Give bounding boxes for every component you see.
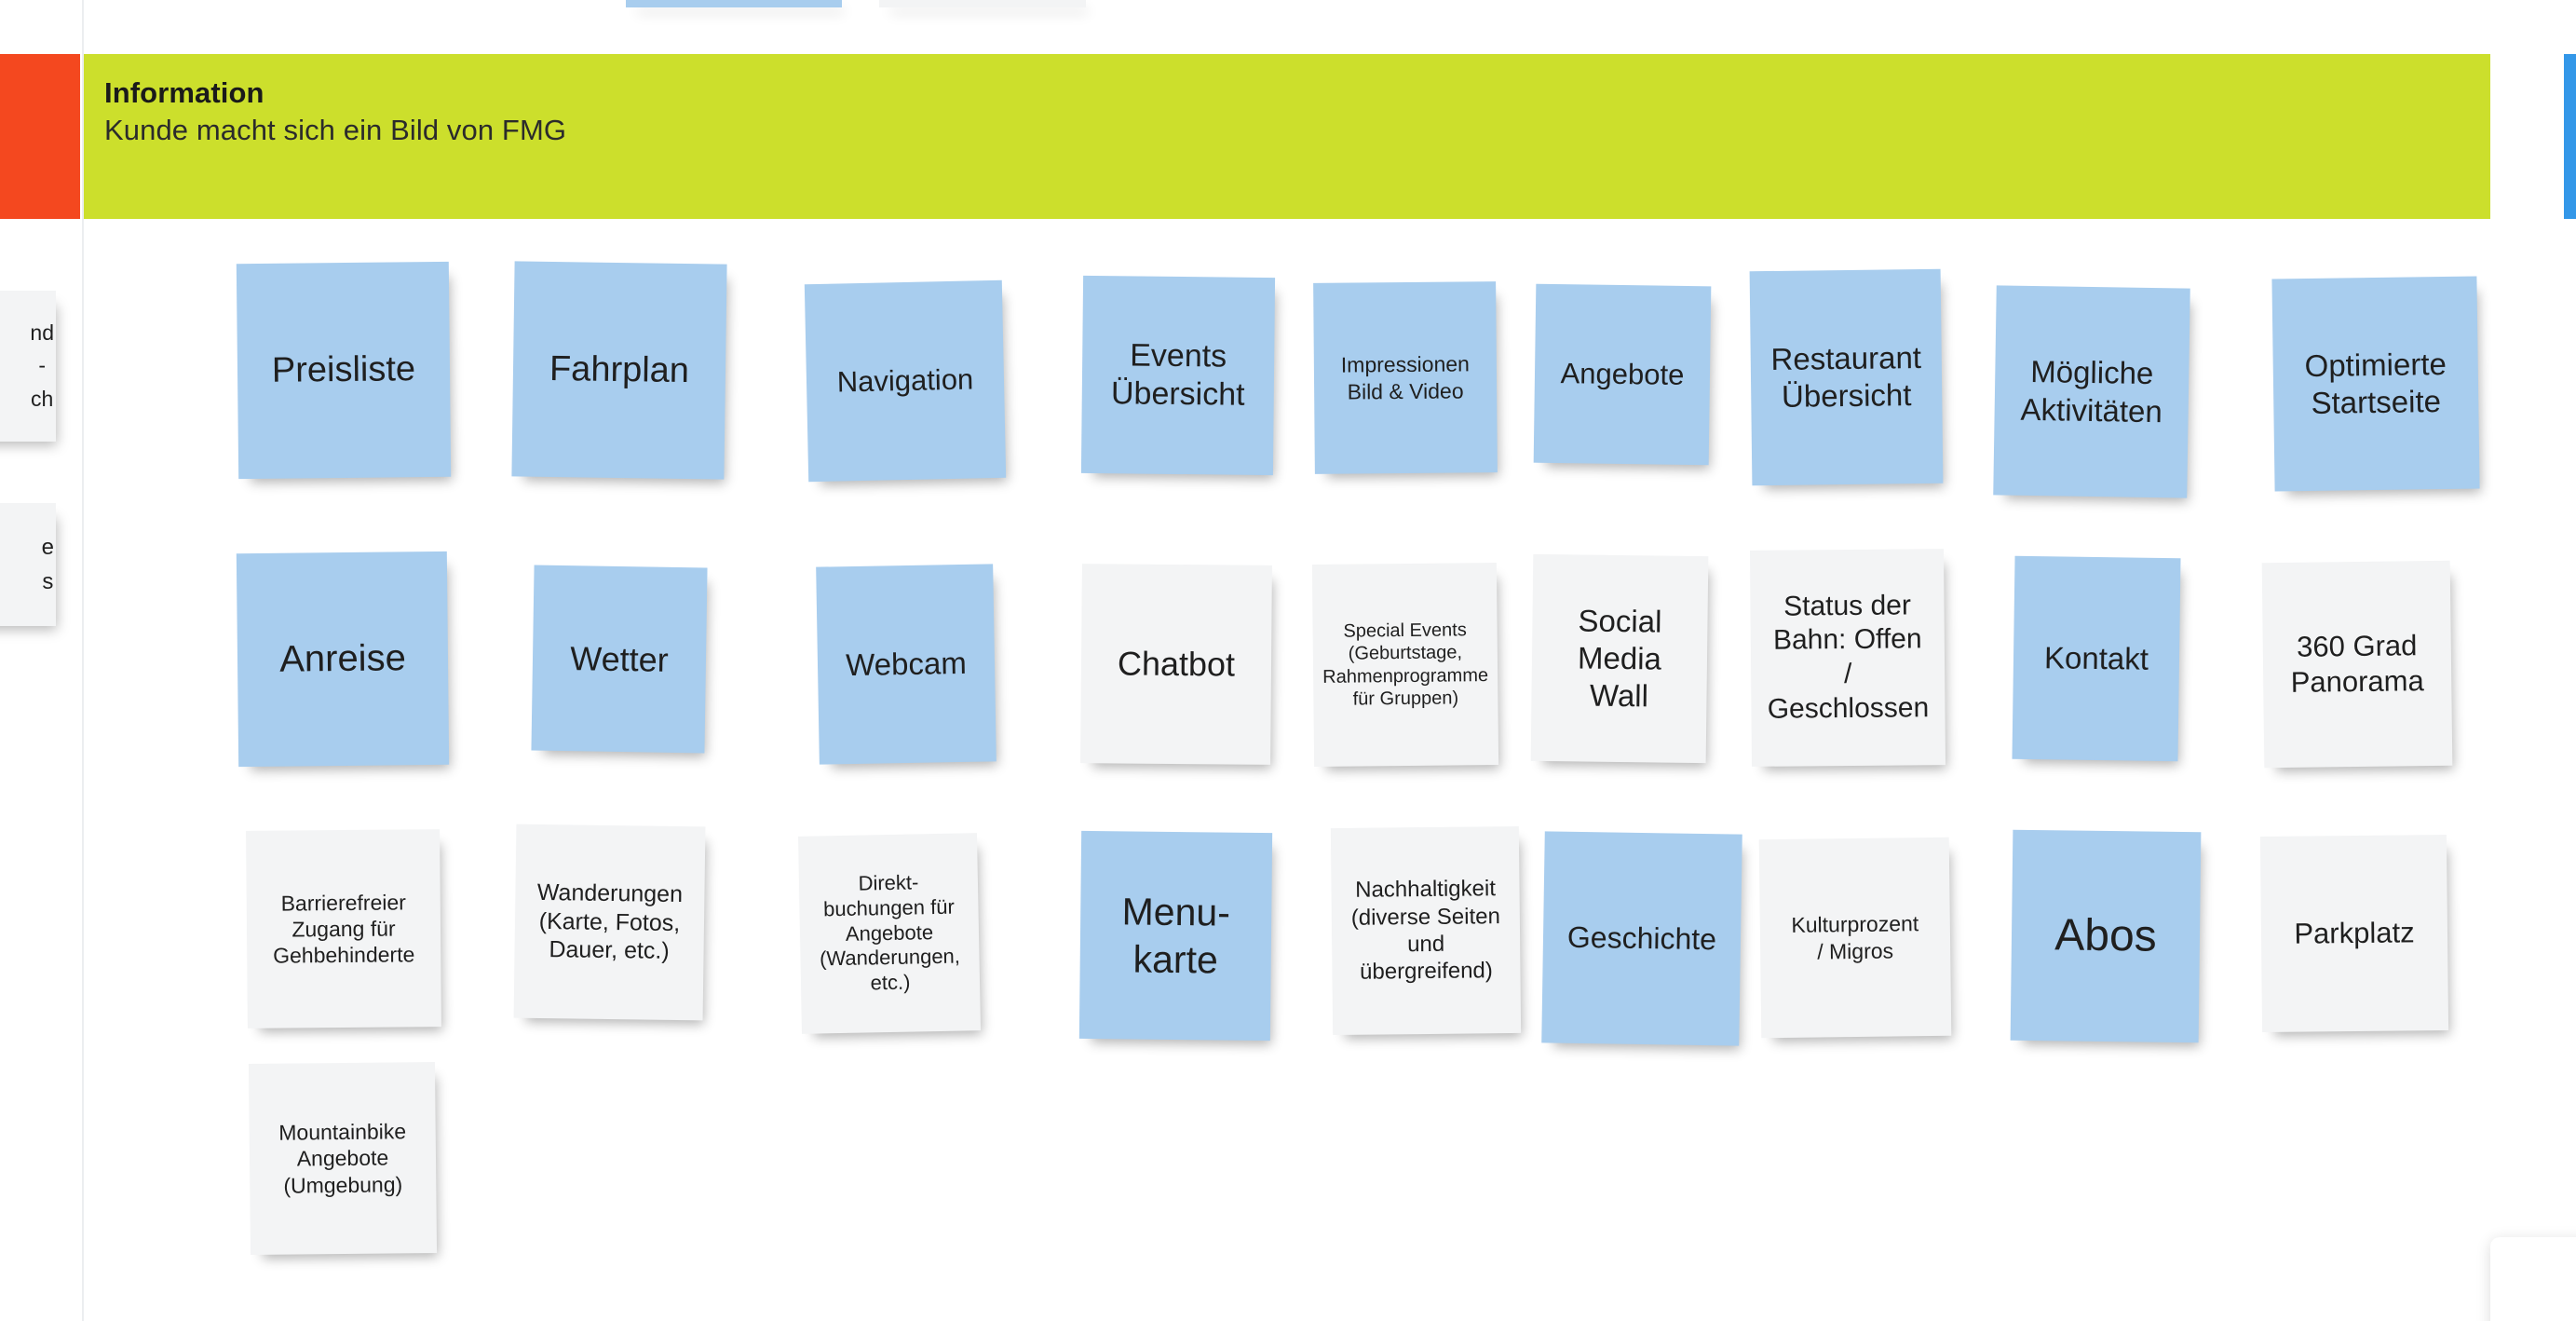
clipped-note-left-2-text: es bbox=[41, 534, 54, 594]
sticky-note[interactable]: Direkt-buchungen für Angebote (Wanderungen… bbox=[797, 833, 982, 1034]
sticky-note[interactable]: Geschichte bbox=[1541, 831, 1742, 1046]
sticky-note[interactable]: Barrierefreier Zugang für Gehbehinderte bbox=[246, 829, 441, 1028]
lane-header[interactable]: Information Kunde macht sich ein Bild vo… bbox=[84, 54, 2490, 219]
lane-subtitle: Kunde macht sich ein Bild von FMG bbox=[104, 113, 567, 146]
sticky-note-label: Wetter bbox=[570, 638, 670, 679]
sticky-note[interactable]: Abos bbox=[2010, 829, 2202, 1043]
sticky-note-label: Special Events (Geburtstage, Rahmenprogram… bbox=[1322, 620, 1489, 710]
lane-right-bar bbox=[2564, 54, 2576, 219]
sticky-note-label: Optimierte Startseite bbox=[2304, 346, 2447, 420]
sticky-note-label: Geschichte bbox=[1566, 919, 1717, 957]
sticky-note-label: Webcam bbox=[845, 645, 968, 683]
sticky-note[interactable]: Navigation bbox=[804, 279, 1007, 483]
sticky-note[interactable]: Webcam bbox=[816, 564, 997, 765]
whiteboard-canvas[interactable]: Information Kunde macht sich ein Bild vo… bbox=[0, 0, 2576, 1321]
sticky-note[interactable]: Special Events (Geburtstage, Rahmenprogram… bbox=[1311, 562, 1499, 768]
clipped-note-left-1[interactable]: nd - ch bbox=[0, 291, 56, 442]
sticky-note[interactable]: Nachhaltigkeit (diverse Seiten und übergrei… bbox=[1330, 825, 1522, 1036]
corner-panel[interactable] bbox=[2490, 1237, 2576, 1321]
sticky-note[interactable]: Wetter bbox=[531, 565, 708, 754]
sticky-note-label: Wanderungen (Karte, Fotos, Dauer, etc.) bbox=[536, 879, 684, 965]
sticky-note-label: Navigation bbox=[836, 362, 974, 399]
sticky-note-label: Status der Bahn: Offen / Geschlossen bbox=[1767, 590, 1930, 725]
sticky-note[interactable]: Social Media Wall bbox=[1530, 553, 1709, 764]
sticky-note-label: 360 Grad Panorama bbox=[2290, 629, 2424, 699]
sticky-note-label: Direkt-buchungen für Angebote (Wanderungen… bbox=[819, 870, 961, 995]
sticky-note[interactable]: Kontakt bbox=[2012, 555, 2181, 762]
sticky-note[interactable]: Mountainbike Angebote (Umgebung) bbox=[248, 1061, 438, 1256]
clipped-note-left-1-text: nd - ch bbox=[30, 320, 54, 411]
sticky-note[interactable]: Status der Bahn: Offen / Geschlossen bbox=[1749, 549, 1946, 767]
clipped-note-top-blue[interactable] bbox=[626, 0, 842, 7]
sticky-note[interactable]: Angebote bbox=[1533, 283, 1712, 466]
sticky-note[interactable]: Events Übersicht bbox=[1080, 275, 1276, 476]
clipped-note-top-white[interactable] bbox=[879, 0, 1086, 7]
sticky-note[interactable]: Anreise bbox=[236, 551, 450, 768]
sticky-note-label: Restaurant Übersicht bbox=[1770, 339, 1922, 414]
sticky-note-label: Chatbot bbox=[1117, 644, 1236, 684]
lane-title: Information bbox=[104, 76, 264, 109]
sticky-note-label: Nachhaltigkeit (diverse Seiten und übergrei… bbox=[1350, 876, 1501, 986]
sticky-note-label: Abos bbox=[2054, 910, 2158, 961]
sticky-note-label: Events Übersicht bbox=[1110, 336, 1245, 413]
sticky-note-label: Kontakt bbox=[2043, 640, 2149, 676]
sticky-note-label: Social Media Wall bbox=[1577, 603, 1662, 714]
sticky-note[interactable]: Mögliche Aktivitäten bbox=[1993, 285, 2190, 498]
sticky-note-label: Barrierefreier Zugang für Gehbehinderte bbox=[273, 890, 415, 968]
sticky-note-label: Angebote bbox=[1560, 357, 1685, 392]
sticky-note[interactable]: Kulturprozent / Migros bbox=[1758, 837, 1952, 1039]
lane-accent-bar bbox=[0, 54, 80, 219]
sticky-note[interactable]: Menu-karte bbox=[1078, 830, 1273, 1042]
sticky-note[interactable]: Parkplatz bbox=[2259, 834, 2449, 1033]
sticky-note-label: Parkplatz bbox=[2294, 916, 2415, 950]
sticky-note[interactable]: Optimierte Startseite bbox=[2271, 276, 2480, 492]
sticky-note-label: Mögliche Aktivitäten bbox=[2020, 354, 2163, 429]
sticky-note[interactable]: Restaurant Übersicht bbox=[1749, 268, 1944, 486]
sticky-note-label: Impressionen Bild & Video bbox=[1340, 351, 1471, 404]
sticky-note-label: Fahrplan bbox=[549, 349, 690, 391]
clipped-note-left-2[interactable]: es bbox=[0, 503, 56, 626]
sticky-note-label: Mountainbike Angebote (Umgebung) bbox=[278, 1119, 407, 1198]
sticky-note[interactable]: Preisliste bbox=[236, 261, 452, 480]
sticky-note-label: Preisliste bbox=[271, 349, 416, 391]
sticky-note[interactable]: Chatbot bbox=[1080, 564, 1272, 765]
sticky-note-label: Kulturprozent / Migros bbox=[1791, 911, 1919, 963]
sticky-note[interactable]: Fahrplan bbox=[511, 261, 727, 480]
sticky-note[interactable]: Impressionen Bild & Video bbox=[1313, 281, 1498, 474]
sticky-note-label: Anreise bbox=[278, 637, 407, 680]
sticky-note[interactable]: Wanderungen (Karte, Fotos, Dauer, etc.) bbox=[513, 824, 706, 1021]
sticky-note-label: Menu-karte bbox=[1121, 890, 1231, 981]
sticky-note[interactable]: 360 Grad Panorama bbox=[2261, 560, 2453, 769]
